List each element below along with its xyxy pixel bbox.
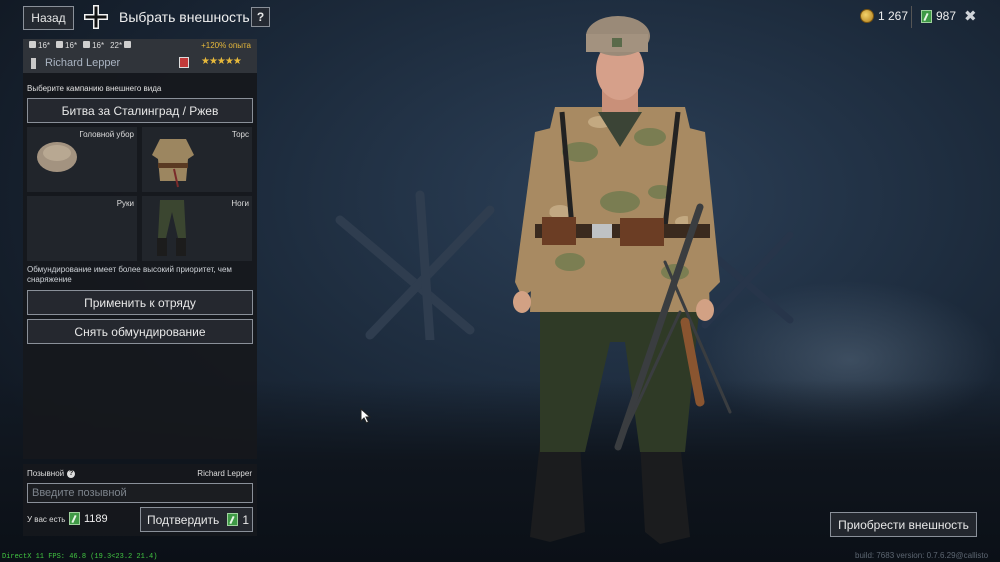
callsign-current-name: Richard Lepper (197, 469, 252, 478)
appearance-panel: 16* 16* 16* 22* +120% опыта Richard Lepp… (23, 39, 257, 459)
gold-coin-icon (860, 9, 874, 23)
campaign-select-button[interactable]: Битва за Сталинград / Ржев (27, 98, 253, 123)
slot-legs[interactable]: Ноги (142, 196, 252, 261)
priority-note: Обмундирование имеет более высокий приор… (27, 265, 232, 284)
heart-icon (83, 41, 91, 48)
slot-label: Головной убор (79, 130, 134, 139)
stat-stamina: 22* (110, 41, 133, 50)
silver-balance: 987 (921, 9, 956, 23)
have-label: У вас есть (27, 515, 66, 524)
callsign-label: Позывной ? (27, 469, 76, 478)
slot-hands[interactable]: Руки (27, 196, 137, 261)
mouse-cursor-icon (360, 408, 372, 424)
slot-torso[interactable]: Торс (142, 127, 252, 192)
apply-to-squad-button[interactable]: Применить к отряду (27, 290, 253, 315)
stat-squad: 16* (29, 41, 50, 50)
squad-icon (29, 41, 36, 48)
soldier-card[interactable]: 16* 16* 16* 22* +120% опыта Richard Lepp… (23, 39, 257, 73)
trousers-icon (157, 200, 186, 256)
soldier-model (513, 16, 732, 544)
slot-headgear[interactable]: Головной убор (27, 127, 137, 192)
silver-amount: 987 (936, 9, 957, 23)
back-button[interactable]: Назад (23, 6, 74, 30)
gold-amount: 1 267 (878, 9, 909, 23)
slot-label: Ноги (231, 199, 249, 208)
balkenkreuz-icon (84, 5, 108, 29)
soldier-name: Richard Lepper (45, 57, 121, 69)
slot-label: Руки (116, 199, 134, 208)
order-ticket-icon (921, 9, 932, 23)
exp-bonus: +120% опыта (201, 41, 251, 50)
confirm-cost: 1 (227, 513, 249, 527)
medal-icon (179, 57, 189, 68)
help-button[interactable]: ? (251, 7, 270, 27)
question-icon[interactable]: ? (67, 469, 76, 478)
order-ticket-icon (227, 513, 239, 526)
stamina-icon (124, 41, 132, 48)
speed-icon (56, 41, 64, 48)
fps-counter: DirectX 11 FPS: 46.8 (19.3<23.2 21.4) (2, 553, 158, 561)
campaign-section-label: Выберите кампанию внешнего вида (27, 84, 162, 93)
page-title: Выбрать внешность (119, 9, 250, 25)
build-version: build: 7683 version: 0.7.6.29@callisto (855, 551, 989, 560)
remove-uniform-button[interactable]: Снять обмундирование (27, 319, 253, 344)
soldier-stars: ★★★★★ (201, 56, 242, 67)
have-balance: 1189 (69, 512, 108, 525)
rank-icon (31, 58, 36, 69)
smock-icon (152, 139, 194, 188)
close-icon[interactable]: ✖ (964, 7, 977, 25)
callsign-input[interactable] (27, 483, 253, 503)
confirm-callsign-button[interactable]: Подтвердить 1 (140, 507, 253, 532)
callsign-panel: Позывной ? Richard Lepper У вас есть 118… (23, 464, 257, 536)
stat-speed: 16* (56, 41, 77, 50)
stat-health: 16* (83, 41, 104, 50)
confirm-label: Подтвердить (147, 512, 220, 527)
fur-hat-icon (37, 142, 77, 172)
divider (911, 6, 912, 28)
buy-appearance-button[interactable]: Приобрести внешность (830, 512, 977, 537)
soldier-stats: 16* 16* 16* 22* (29, 41, 133, 50)
slot-label: Торс (231, 130, 249, 139)
have-amount: 1189 (84, 512, 108, 525)
order-ticket-icon (69, 512, 80, 525)
gold-balance: 1 267 (860, 9, 908, 23)
